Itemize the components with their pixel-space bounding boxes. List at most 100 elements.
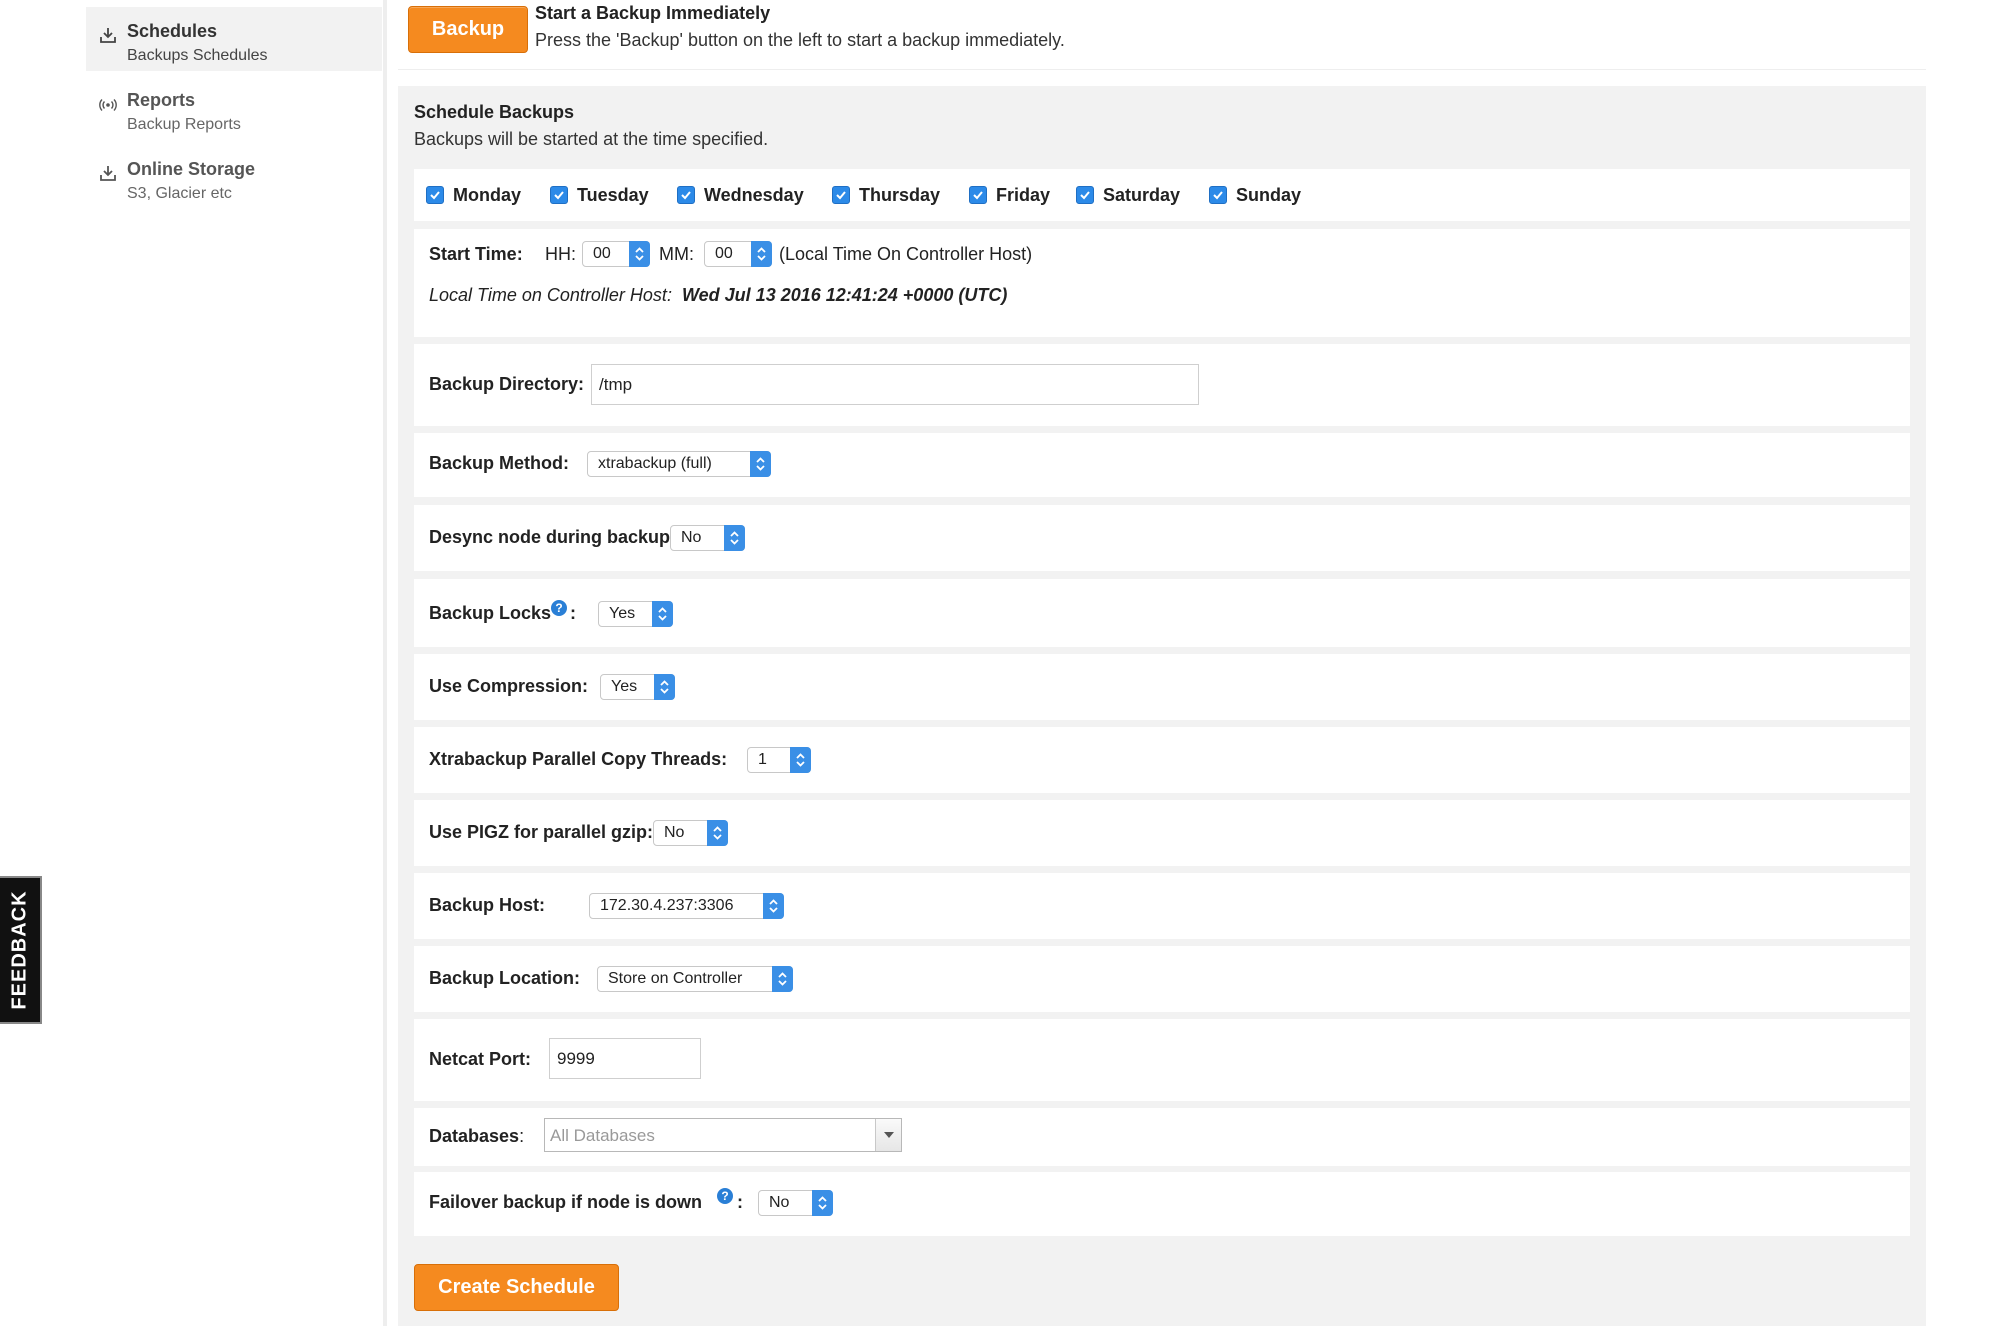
start-time-row: Start Time: HH: 00 MM: 00 (Local Time On… [414, 229, 1910, 337]
backup-location-select[interactable]: Store on Controller [597, 966, 793, 992]
sidebar-divider [383, 0, 387, 1326]
backup-locks-colon: : [570, 603, 576, 623]
feedback-tab[interactable]: FEEDBACK [0, 876, 42, 1024]
compression-label: Use Compression: [429, 676, 589, 696]
netcat-port-row: Netcat Port: [414, 1019, 1910, 1101]
select-arrows-icon [652, 601, 673, 627]
panel-description: Backups will be started at the time spec… [414, 129, 769, 149]
backup-method-value: xtrabackup (full) [598, 455, 712, 472]
backup-directory-label: Backup Directory: [429, 374, 585, 394]
sidebar-item-subtitle: S3, Glacier etc [127, 185, 232, 202]
databases-row: Databases: All Databases [414, 1108, 1910, 1166]
sidebar-item-subtitle: Backup Reports [127, 116, 241, 133]
checkbox-checked[interactable] [677, 186, 695, 204]
backup-locks-value: Yes [609, 605, 636, 622]
minute-select[interactable]: 00 [704, 241, 772, 267]
backup-directory-input[interactable] [591, 364, 1199, 405]
sidebar-item-schedules[interactable]: Schedules Backups Schedules [86, 7, 382, 71]
time-zone-note: (Local Time On Controller Host) [779, 244, 1033, 264]
local-time-label: Local Time on Controller Host: [429, 285, 672, 305]
desync-label: Desync node during backup: [429, 527, 677, 547]
databases-colon: : [519, 1126, 525, 1146]
compression-value: Yes [611, 678, 638, 695]
select-arrows-icon [707, 820, 728, 846]
databases-label: Databases: [429, 1126, 524, 1147]
backup-location-value: Store on Controller [608, 970, 743, 987]
create-schedule-button[interactable]: Create Schedule [414, 1264, 619, 1311]
checkbox-checked[interactable] [832, 186, 850, 204]
backup-method-select[interactable]: xtrabackup (full) [587, 451, 771, 477]
pigz-select[interactable]: No [653, 820, 728, 846]
backup-host-row: Backup Host: 172.30.4.237:3306 [414, 873, 1910, 939]
select-arrows-icon [751, 241, 772, 267]
panel-title: Schedule Backups [414, 102, 575, 122]
failover-label: Failover backup if node is down [429, 1192, 703, 1212]
day-label: Friday [996, 184, 1051, 205]
hour-select[interactable]: 00 [582, 241, 650, 267]
day-label: Thursday [859, 184, 941, 205]
compression-select[interactable]: Yes [600, 674, 675, 700]
help-icon[interactable]: ? [717, 1188, 733, 1204]
databases-select[interactable]: All Databases [544, 1118, 902, 1152]
download-icon [98, 163, 118, 183]
sidebar-item-reports[interactable]: Reports Backup Reports [86, 76, 382, 140]
day-saturday[interactable]: Saturday [1076, 183, 1180, 207]
pigz-value: No [664, 824, 685, 841]
pigz-label: Use PIGZ for parallel gzip: [429, 822, 654, 842]
backup-locks-select[interactable]: Yes [598, 601, 673, 627]
backup-location-label: Backup Location: [429, 968, 581, 988]
day-label: Wednesday [704, 184, 804, 205]
threads-value: 1 [758, 751, 767, 768]
sidebar-item-title: Reports [127, 90, 196, 110]
netcat-port-input[interactable] [549, 1038, 701, 1079]
hh-label: HH: [545, 244, 576, 264]
sidebar-item-subtitle: Backups Schedules [127, 47, 268, 64]
backup-now-description: Press the 'Backup' button on the left to… [535, 30, 1065, 50]
day-wednesday[interactable]: Wednesday [677, 183, 804, 207]
select-arrows-icon [724, 525, 745, 551]
day-monday[interactable]: Monday [426, 183, 521, 207]
desync-select[interactable]: No [670, 525, 745, 551]
backup-now-title: Start a Backup Immediately [535, 3, 771, 23]
day-friday[interactable]: Friday [969, 183, 1050, 207]
local-time-value: Wed Jul 13 2016 12:41:24 +0000 (UTC) [682, 285, 1008, 305]
sidebar-item-online-storage[interactable]: Online Storage S3, Glacier etc [86, 145, 382, 209]
backup-button[interactable]: Backup [408, 6, 528, 53]
checkbox-checked[interactable] [969, 186, 987, 204]
start-time-label: Start Time: [429, 244, 523, 264]
backup-locks-label: Backup Locks [429, 603, 552, 623]
backup-directory-row: Backup Directory: [414, 344, 1910, 426]
broadcast-icon [98, 94, 118, 114]
checkbox-checked[interactable] [1209, 186, 1227, 204]
day-tuesday[interactable]: Tuesday [550, 183, 649, 207]
schedule-panel: Schedule Backups Backups will be started… [398, 86, 1926, 1326]
checkbox-checked[interactable] [426, 186, 444, 204]
sidebar-item-title: Schedules [127, 21, 218, 41]
checkbox-checked[interactable] [1076, 186, 1094, 204]
help-icon[interactable]: ? [551, 600, 567, 616]
day-label: Sunday [1236, 184, 1302, 205]
download-icon [98, 25, 118, 45]
mm-label: MM: [659, 244, 694, 264]
day-thursday[interactable]: Thursday [832, 183, 940, 207]
select-arrows-icon [750, 451, 771, 477]
backup-host-select[interactable]: 172.30.4.237:3306 [589, 893, 784, 919]
compression-row: Use Compression: Yes [414, 654, 1910, 720]
day-sunday[interactable]: Sunday [1209, 183, 1301, 207]
chevron-down-icon [875, 1119, 901, 1151]
select-arrows-icon [654, 674, 675, 700]
backup-locks-row: Backup Locks ? : Yes [414, 579, 1910, 647]
desync-row: Desync node during backup: No [414, 505, 1910, 571]
failover-colon: : [737, 1192, 743, 1212]
threads-row: Xtrabackup Parallel Copy Threads: 1 [414, 727, 1910, 793]
backup-location-row: Backup Location: Store on Controller [414, 946, 1910, 1012]
day-label: Monday [453, 184, 522, 205]
databases-label-text: Databases [429, 1126, 520, 1146]
threads-select[interactable]: 1 [747, 747, 811, 773]
select-arrows-icon [812, 1190, 833, 1216]
hour-value: 00 [593, 245, 611, 262]
netcat-port-label: Netcat Port: [429, 1049, 532, 1069]
checkbox-checked[interactable] [550, 186, 568, 204]
failover-select[interactable]: No [758, 1190, 833, 1216]
backup-now-bar: Backup Start a Backup Immediately Press … [398, 0, 1926, 70]
